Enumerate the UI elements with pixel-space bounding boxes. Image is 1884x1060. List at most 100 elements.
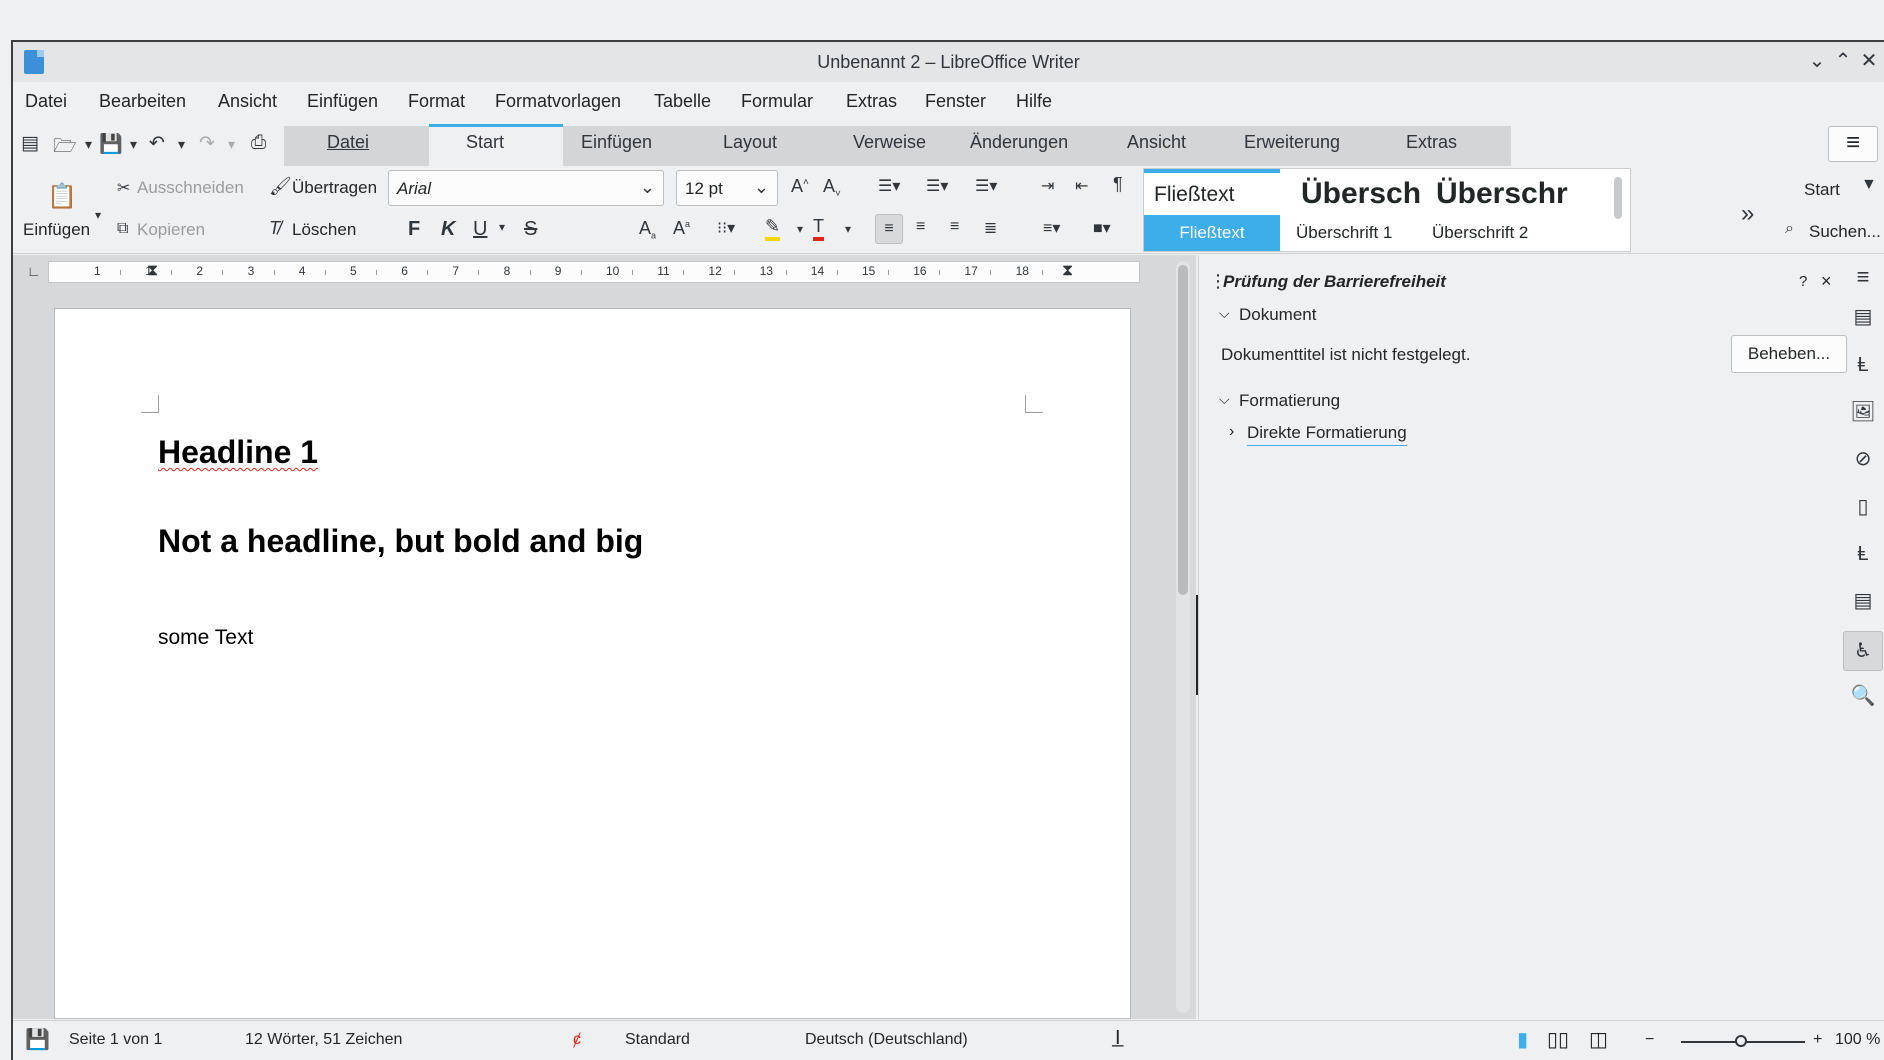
paste-icon[interactable]: 📋 (47, 182, 77, 211)
save-icon[interactable]: 💾 (99, 132, 123, 156)
page-style-icon[interactable]: Ⱡ (1849, 351, 1877, 379)
manage-changes-icon[interactable]: ▤ (1849, 587, 1877, 615)
text-language[interactable]: Deutsch (Deutschland) (805, 1031, 968, 1049)
superscript-icon[interactable]: Aa (673, 218, 690, 239)
word-count[interactable]: 12 Wörter, 51 Zeichen (245, 1031, 402, 1049)
style-inspector-icon[interactable]: Ⱡ (1849, 540, 1877, 568)
menu-formular[interactable]: Formular (741, 91, 813, 112)
document-page[interactable]: Headline 1 Not a headline, but bold and … (54, 308, 1131, 1019)
notebookbar-menu-button[interactable]: ≡ (1828, 126, 1878, 162)
accessibility-check-icon[interactable]: ♿ (1843, 631, 1883, 671)
document-modified-icon[interactable]: 💾 (25, 1027, 50, 1052)
print-icon[interactable]: ⎙ (251, 132, 266, 154)
expander-closed-icon[interactable]: › (1229, 423, 1234, 441)
scrollbar-thumb[interactable] (1178, 265, 1188, 595)
decrease-indent-icon[interactable]: ⇤ (1075, 176, 1088, 196)
tab-start[interactable]: Start (466, 132, 504, 153)
style-heading1[interactable]: Überschrift 1 (1296, 223, 1392, 243)
paste-button[interactable]: Einfügen (23, 220, 90, 240)
highlight-dropdown-icon[interactable]: ▾ (797, 222, 803, 236)
tab-extras[interactable]: Extras (1406, 132, 1457, 153)
menu-icon[interactable]: ≡ (1849, 263, 1877, 291)
spellcheck-status-icon[interactable]: ȼ (573, 1031, 581, 1049)
tab-datei[interactable]: Datei (327, 132, 369, 153)
section-direkte-formatierung[interactable]: Direkte Formatierung (1247, 423, 1407, 446)
underline-button[interactable]: U (473, 218, 487, 241)
underline-dropdown-icon[interactable]: ▾ (499, 220, 505, 234)
bold-button[interactable]: F (408, 218, 420, 241)
redo-icon[interactable]: ↷ (199, 132, 215, 155)
strikethrough-button[interactable]: S (524, 218, 537, 241)
save-dropdown-icon[interactable]: ▾ (130, 136, 137, 153)
properties-icon[interactable]: ▤ (1849, 303, 1877, 331)
zoom-in-button[interactable]: + (1813, 1031, 1822, 1049)
search-button[interactable]: Suchen... (1809, 222, 1881, 242)
page-icon[interactable]: ▯ (1849, 493, 1877, 521)
font-color-dropdown-icon[interactable]: ▾ (845, 222, 851, 236)
bold-big-paragraph[interactable]: Not a headline, but bold and big (158, 523, 643, 560)
paste-dropdown-icon[interactable]: ▾ (95, 208, 101, 222)
subscript-icon[interactable]: Aa (639, 218, 656, 241)
highlight-color-icon[interactable]: ✎ (765, 216, 781, 241)
help-button[interactable]: ? (1799, 273, 1807, 290)
insert-mode-icon[interactable]: I̲ (1115, 1027, 1121, 1050)
tab-verweise[interactable]: Verweise (853, 132, 926, 153)
align-right-icon[interactable]: ≡ (950, 218, 959, 236)
start-dropdown-icon[interactable]: ▼ (1861, 176, 1877, 194)
cut-icon[interactable]: ✂ (117, 178, 130, 198)
menu-ansicht[interactable]: Ansicht (218, 91, 277, 112)
clear-formatting-button[interactable]: Löschen (292, 220, 356, 240)
bullets-icon[interactable]: ☰▾ (878, 176, 900, 196)
tab-stop-selector[interactable]: ∟ (27, 263, 41, 279)
redo-dropdown-icon[interactable]: ▾ (228, 136, 235, 153)
menu-formatvorlagen[interactable]: Formatvorlagen (495, 91, 621, 112)
open-icon[interactable]: 🗁 (53, 132, 77, 164)
menu-format[interactable]: Format (408, 91, 465, 112)
horizontal-ruler[interactable]: 1 1 2 3 4 5 6 7 8 9 10 11 12 13 14 15 16 17 18 ⧗ ⧗ (48, 261, 1140, 283)
style-gallery-scrollbar[interactable] (1614, 177, 1622, 219)
undo-icon[interactable]: ↶ (149, 132, 165, 155)
single-page-view-icon[interactable]: ▮ (1517, 1027, 1528, 1052)
find-icon[interactable]: 🔍 (1849, 682, 1877, 710)
expander-open-icon[interactable]: ⌵ (1219, 391, 1230, 408)
tab-erweiterung[interactable]: Erweiterung (1244, 132, 1340, 153)
start-dropdown[interactable]: Start (1804, 180, 1840, 200)
zoom-level[interactable]: 100 % (1835, 1031, 1880, 1049)
open-dropdown-icon[interactable]: ▾ (85, 136, 92, 153)
align-center-icon[interactable]: ≡ (916, 218, 925, 236)
font-name-combo[interactable]: Arial ⌄ (388, 170, 664, 206)
tab-layout[interactable]: Layout (723, 132, 777, 153)
tab-ansicht[interactable]: Ansicht (1127, 132, 1186, 153)
page-number[interactable]: Seite 1 von 1 (69, 1031, 162, 1049)
tab-einfuegen[interactable]: Einfügen (581, 132, 652, 153)
gallery-icon[interactable]: 🖼 (1849, 398, 1877, 426)
menu-fenster[interactable]: Fenster (925, 91, 986, 112)
line-spacing-icon[interactable]: ≡▾ (1043, 218, 1060, 238)
left-indent-marker[interactable]: ⧗ (147, 262, 158, 280)
increase-indent-icon[interactable]: ⇥ (1041, 176, 1054, 196)
cut-button[interactable]: Ausschneiden (137, 178, 244, 198)
shrink-font-icon[interactable]: A˅ (823, 176, 841, 200)
style-preview-heading1[interactable]: Übersch (1301, 177, 1421, 211)
multi-page-view-icon[interactable]: ▯▯ (1547, 1027, 1569, 1052)
style-preview-heading2[interactable]: Überschr (1436, 177, 1568, 211)
copy-button[interactable]: Kopieren (137, 220, 205, 240)
menu-extras[interactable]: Extras (846, 91, 897, 112)
menu-datei[interactable]: Datei (25, 91, 67, 112)
justify-icon[interactable]: ≣ (984, 218, 997, 238)
right-indent-marker[interactable]: ⧗ (1062, 262, 1073, 280)
tab-aenderungen[interactable]: Änderungen (970, 132, 1068, 153)
section-dokument[interactable]: Dokument (1239, 305, 1316, 325)
book-view-icon[interactable]: ◫ (1589, 1027, 1608, 1052)
menu-bearbeiten[interactable]: Bearbeiten (99, 91, 186, 112)
page-style[interactable]: Standard (625, 1031, 690, 1049)
heading-1-paragraph[interactable]: Headline 1 (158, 434, 318, 471)
font-size-combo[interactable]: 12 pt ⌄ (676, 170, 778, 206)
section-formatierung[interactable]: Formatierung (1239, 391, 1340, 411)
maximize-button[interactable]: ⌃ (1830, 48, 1856, 74)
close-window-button[interactable]: ✕ (1856, 48, 1882, 74)
menu-tabelle[interactable]: Tabelle (654, 91, 711, 112)
body-text-paragraph[interactable]: some Text (158, 626, 253, 650)
clone-formatting-button[interactable]: Übertragen (292, 178, 377, 198)
expander-open-icon[interactable]: ⌵ (1219, 305, 1230, 322)
